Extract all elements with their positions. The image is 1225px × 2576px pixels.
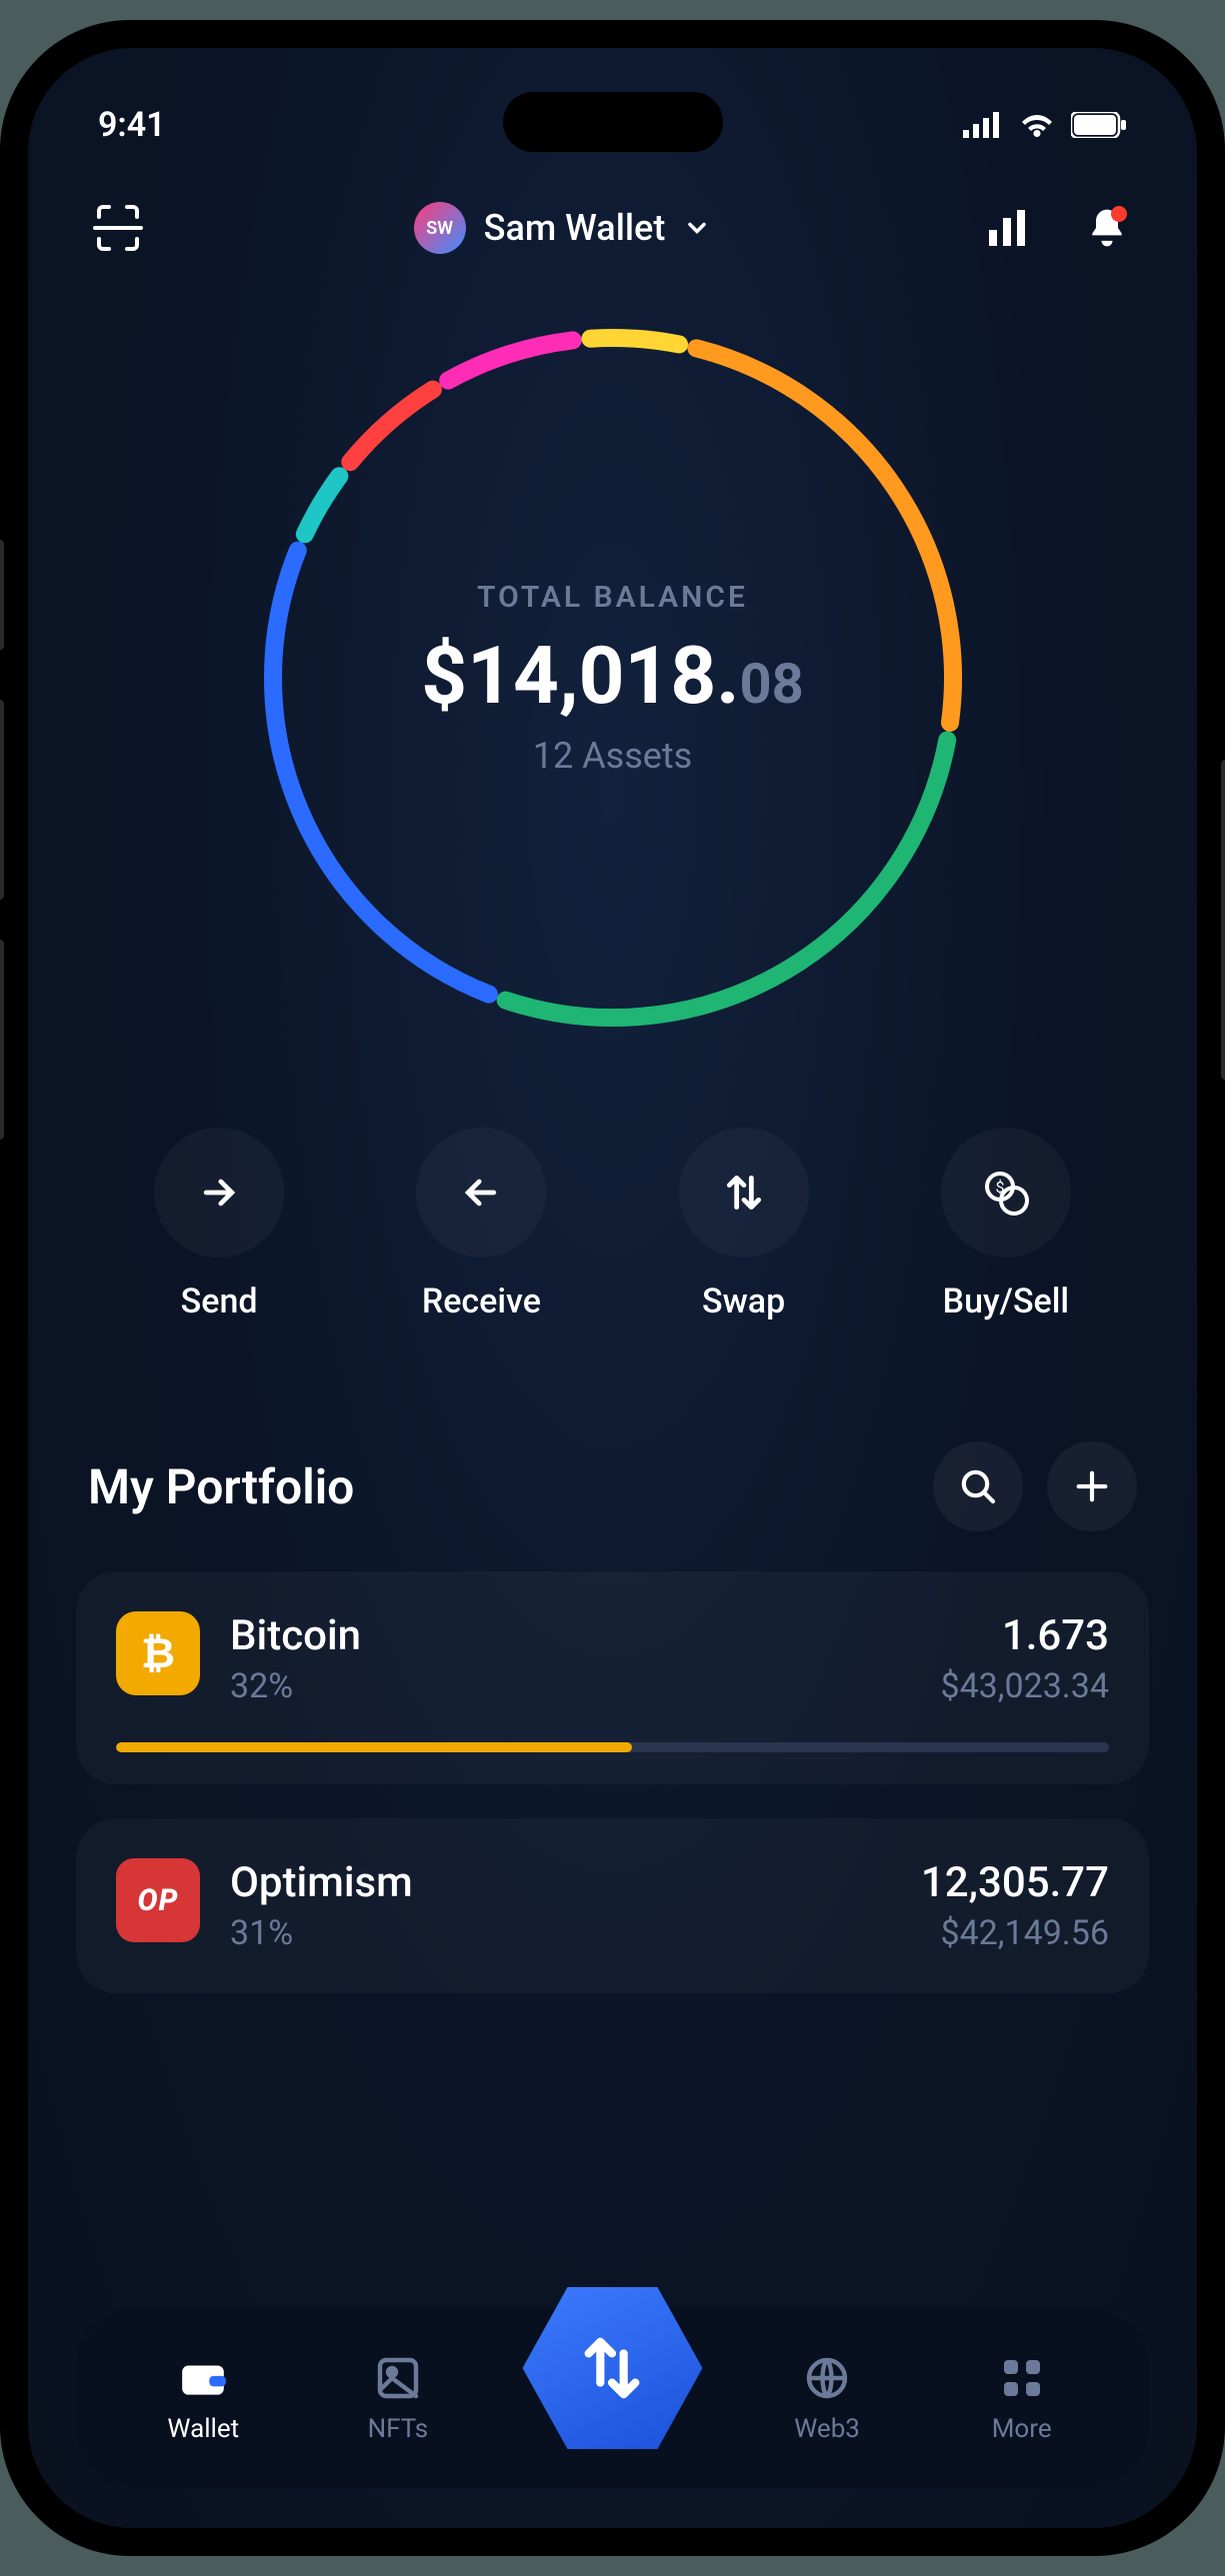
wifi-icon — [1017, 111, 1057, 139]
grid-icon — [998, 2354, 1046, 2402]
volume-button — [0, 700, 4, 900]
asset-row-bitcoin[interactable]: ₿ Bitcoin 32% 1.673 $43,023.34 — [76, 1571, 1149, 1784]
scan-button[interactable] — [88, 198, 148, 258]
swap-button[interactable]: Swap — [679, 1128, 809, 1321]
asset-name: Bitcoin — [230, 1611, 910, 1660]
volume-button — [0, 940, 4, 1140]
tab-more-label: More — [992, 2414, 1052, 2444]
buysell-label: Buy/Sell — [943, 1282, 1069, 1321]
receive-label: Receive — [422, 1282, 541, 1321]
wallet-name: Sam Wallet — [484, 207, 666, 249]
bar-chart-icon — [985, 206, 1029, 250]
asset-qty: 12,305.77 — [921, 1858, 1109, 1907]
arrow-right-icon — [197, 1171, 241, 1215]
swap-label: Swap — [702, 1282, 785, 1321]
swap-icon — [722, 1171, 766, 1215]
arrow-left-icon — [459, 1171, 503, 1215]
send-label: Send — [181, 1282, 258, 1321]
notification-dot — [1111, 206, 1127, 222]
power-button — [1221, 760, 1225, 1080]
buysell-button[interactable]: $ Buy/Sell — [941, 1128, 1071, 1321]
wallet-icon — [178, 2353, 228, 2403]
tab-more[interactable]: More — [952, 2352, 1092, 2444]
notifications-button[interactable] — [1077, 198, 1137, 258]
chevron-down-icon — [683, 214, 711, 242]
image-icon — [374, 2354, 422, 2402]
add-button[interactable] — [1047, 1441, 1137, 1531]
receive-button[interactable]: Receive — [416, 1128, 546, 1321]
asset-progress — [116, 1742, 1109, 1752]
asset-pct: 32% — [230, 1666, 910, 1706]
scan-icon — [93, 203, 143, 253]
tab-nfts-label: NFTs — [368, 2414, 429, 2444]
coins-icon: $ — [982, 1169, 1030, 1217]
volume-button — [0, 540, 4, 650]
portfolio-donut: TOTAL BALANCE $14,018.08 12 Assets — [233, 298, 993, 1058]
stats-button[interactable] — [977, 198, 1037, 258]
tab-bar: Wallet NFTs Web3 More — [76, 2308, 1149, 2488]
asset-name: Optimism — [230, 1858, 891, 1907]
wallet-selector[interactable]: SW Sam Wallet — [414, 202, 712, 254]
asset-pct: 31% — [230, 1913, 891, 1953]
asset-qty: 1.673 — [940, 1611, 1109, 1660]
svg-text:$: $ — [995, 1178, 1004, 1197]
tab-wallet[interactable]: Wallet — [133, 2352, 273, 2444]
tab-nfts[interactable]: NFTs — [328, 2352, 468, 2444]
send-button[interactable]: Send — [154, 1128, 284, 1321]
tab-web3[interactable]: Web3 — [757, 2352, 897, 2444]
asset-usd: $42,149.56 — [921, 1913, 1109, 1953]
asset-row-optimism[interactable]: OP Optimism 31% 12,305.77 $42,149.56 — [76, 1818, 1149, 1993]
status-time: 9:41 — [98, 105, 166, 145]
plus-icon — [1072, 1466, 1112, 1506]
search-icon — [958, 1466, 998, 1506]
tab-web3-label: Web3 — [794, 2414, 860, 2444]
avatar: SW — [414, 202, 466, 254]
cellular-icon — [963, 112, 1003, 138]
bitcoin-icon: ₿ — [116, 1611, 200, 1695]
notch — [503, 92, 723, 152]
tab-wallet-label: Wallet — [167, 2414, 239, 2444]
portfolio-title: My Portfolio — [88, 1458, 354, 1515]
optimism-icon: OP — [116, 1858, 200, 1942]
search-button[interactable] — [933, 1441, 1023, 1531]
battery-icon — [1071, 112, 1127, 138]
phone-frame: 9:41 SW Sam Wallet — [0, 20, 1225, 2556]
avatar-initials: SW — [426, 218, 453, 239]
exchange-icon — [577, 2333, 647, 2403]
asset-usd: $43,023.34 — [940, 1666, 1109, 1706]
globe-icon — [803, 2354, 851, 2402]
tab-center-action[interactable] — [522, 2278, 702, 2458]
